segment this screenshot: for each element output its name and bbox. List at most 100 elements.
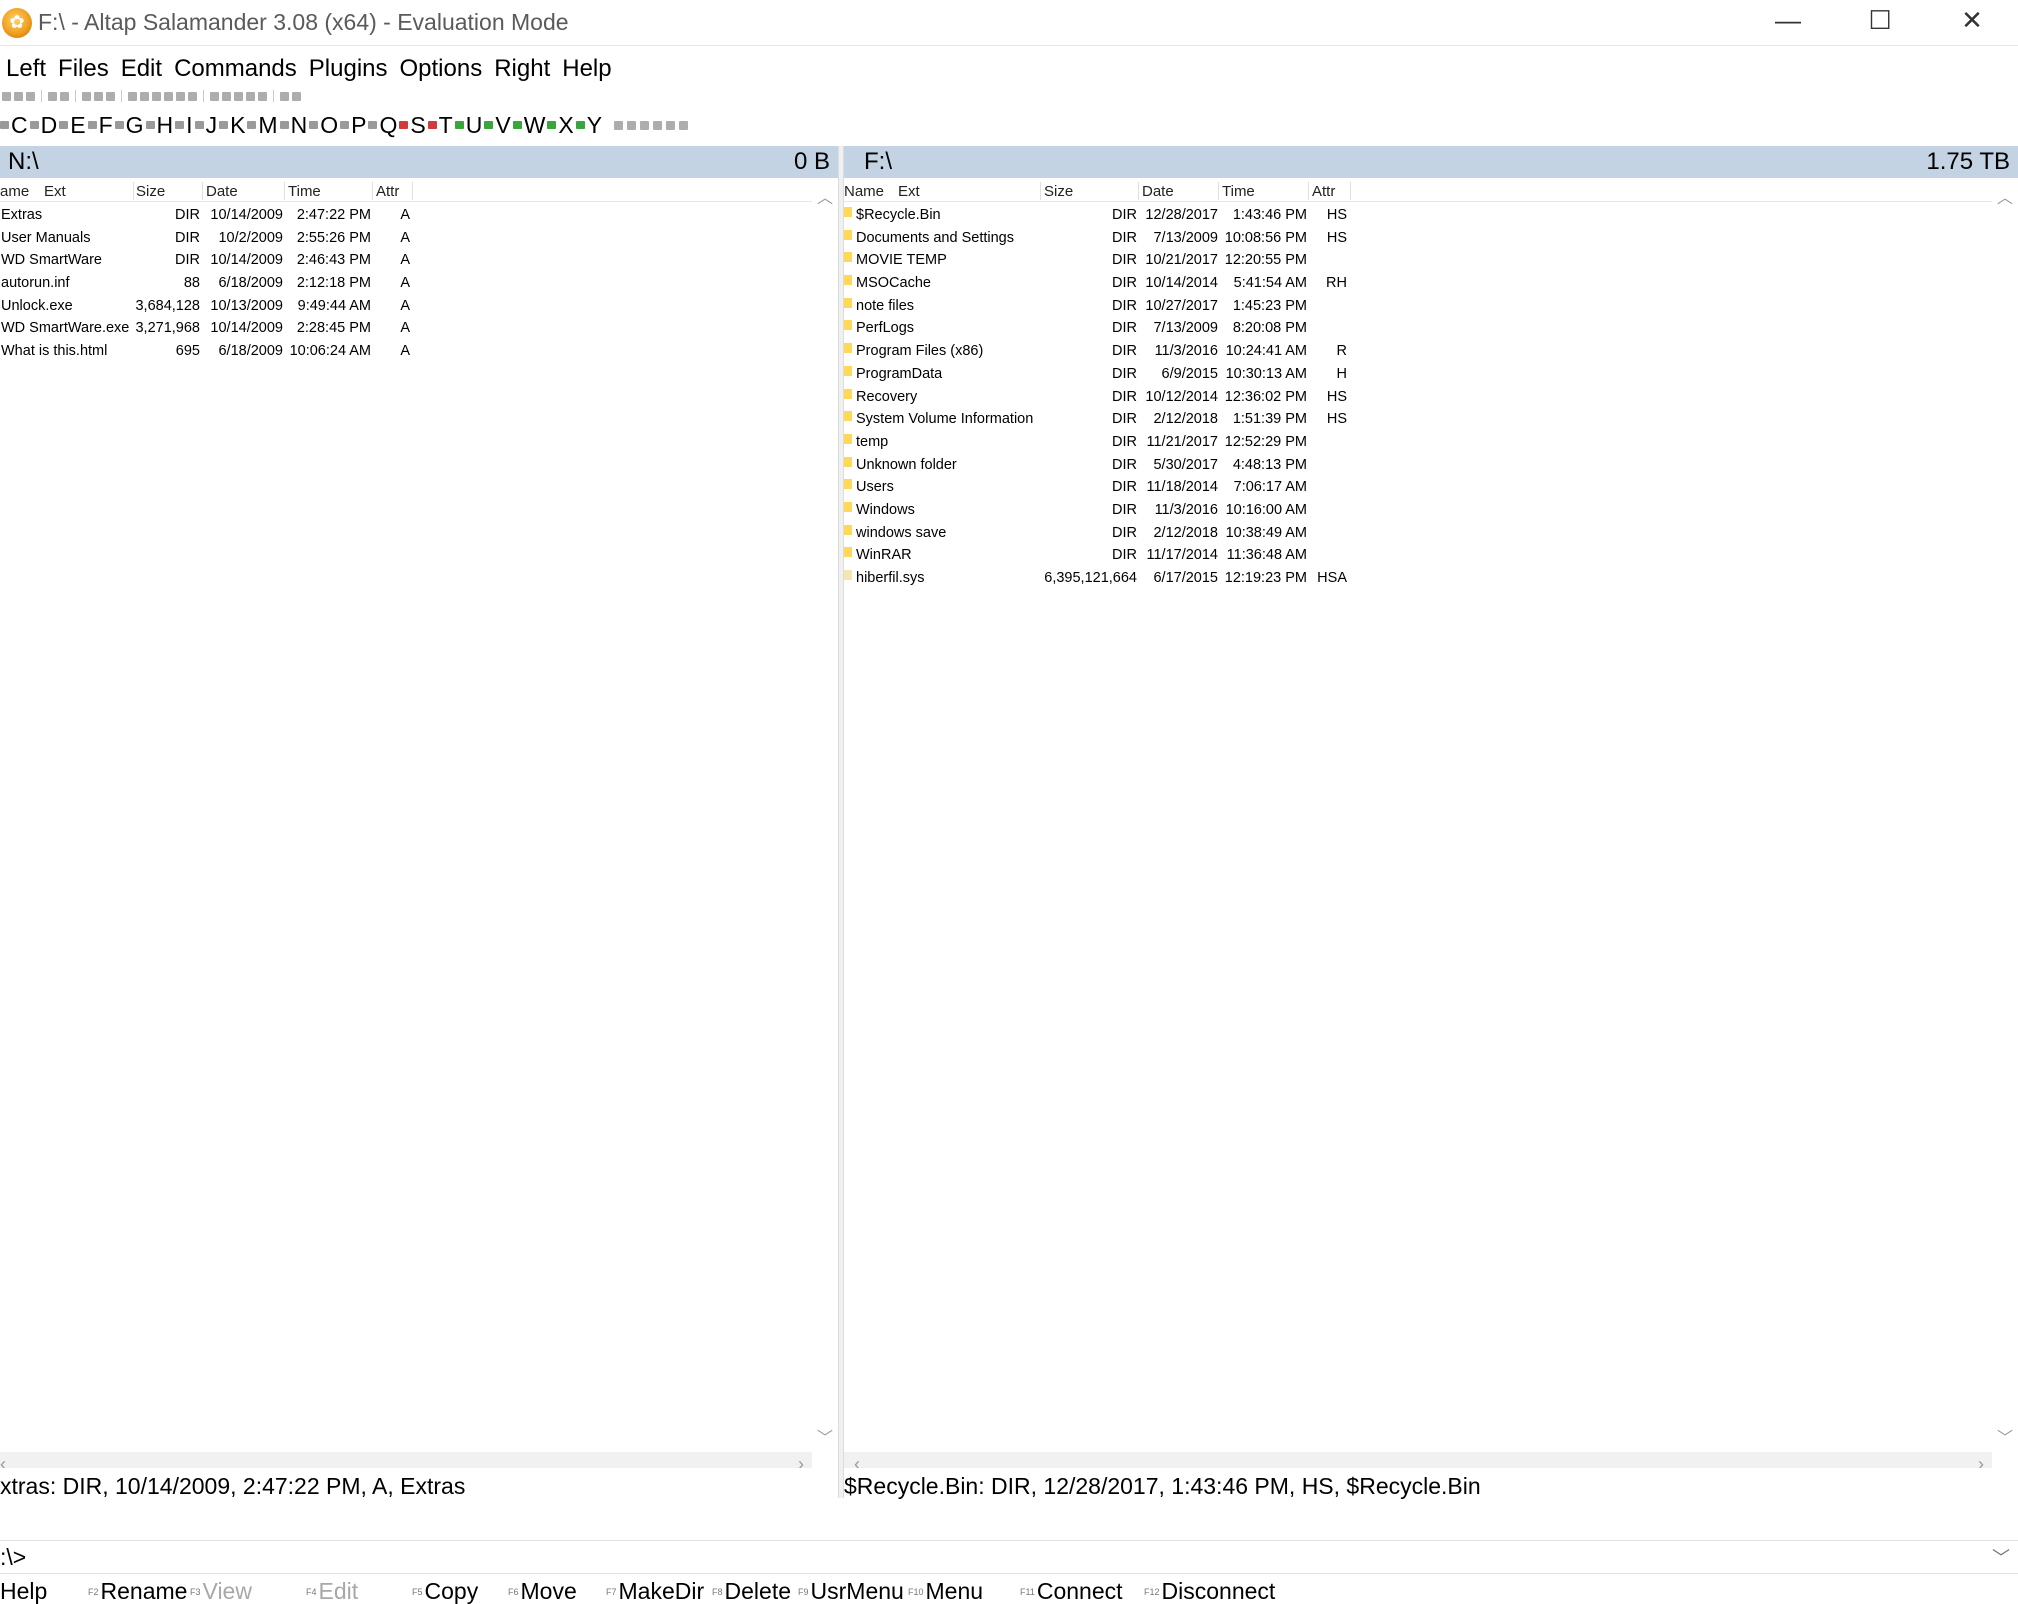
document-icon[interactable] — [614, 120, 624, 130]
f1-help-button[interactable]: Help — [0, 1578, 47, 1604]
column-divider[interactable] — [1308, 182, 1309, 200]
view-mode-icon[interactable] — [258, 91, 267, 101]
column-divider[interactable] — [202, 182, 203, 200]
recycle-icon[interactable] — [666, 120, 676, 130]
delete-icon[interactable] — [152, 91, 161, 101]
table-row[interactable]: WD SmartWare DIR 10/14/2009 2:46:43 PM A — [0, 249, 812, 272]
f11-connect-button[interactable]: F11 Connect — [1020, 1578, 1123, 1604]
column-divider[interactable] — [1218, 182, 1219, 200]
minimize-button[interactable]: — — [1742, 0, 1834, 40]
table-row[interactable]: $Recycle.Bin DIR 12/28/2017 1:43:46 PM HS — [844, 204, 1992, 227]
menu-options[interactable]: Options — [394, 55, 489, 83]
menu-left[interactable]: Left — [0, 55, 52, 83]
refresh-icon[interactable] — [234, 91, 243, 101]
right-vertical-scrollbar[interactable]: ︿ ﹀ — [1992, 184, 2018, 1447]
col-date[interactable]: Date — [206, 183, 238, 200]
drive-y-button[interactable]: Y — [575, 112, 602, 139]
col-time[interactable]: Time — [1222, 183, 1255, 200]
table-row[interactable]: Windows DIR 11/3/2016 10:16:00 AM — [844, 499, 1992, 522]
table-row[interactable]: System Volume Information DIR 2/12/2018 1:5… — [844, 408, 1992, 431]
change-drive-icon[interactable] — [2, 91, 11, 101]
f10-menu-button[interactable]: F10 Menu — [908, 1578, 983, 1604]
col-time[interactable]: Time — [288, 183, 321, 200]
copy-icon[interactable] — [94, 91, 103, 101]
title-bar[interactable]: ✿ F:\ - Altap Salamander 3.08 (x64) - Ev… — [0, 0, 2018, 46]
table-row[interactable]: Extras DIR 10/14/2009 2:47:22 PM A — [0, 204, 812, 227]
col-attr[interactable]: Attr — [1312, 183, 1335, 200]
f7-makedir-button[interactable]: F7 MakeDir — [606, 1578, 704, 1604]
col-size[interactable]: Size — [136, 183, 165, 200]
column-divider[interactable] — [1040, 182, 1041, 200]
back-icon[interactable] — [14, 91, 23, 101]
menu-files[interactable]: Files — [52, 55, 115, 83]
column-divider[interactable] — [1350, 182, 1351, 200]
table-row[interactable]: WinRAR DIR 11/17/2014 11:36:48 AM — [844, 544, 1992, 567]
column-divider[interactable] — [284, 182, 285, 200]
cut-icon[interactable] — [82, 91, 91, 101]
menu-right[interactable]: Right — [488, 55, 556, 83]
drive-c-button[interactable]: C — [0, 112, 28, 139]
hotpaths-icon[interactable] — [48, 91, 57, 101]
drive-o-button[interactable]: O — [309, 112, 338, 139]
col-ext[interactable]: Ext — [898, 183, 920, 200]
unpack-icon[interactable] — [188, 91, 197, 101]
table-row[interactable]: Unknown folder DIR 5/30/2017 4:48:13 PM — [844, 454, 1992, 477]
drive-e-button[interactable]: E — [59, 112, 86, 139]
table-row[interactable]: hiberfil.sys 6,395,121,664 6/17/2015 12:19:… — [844, 567, 1992, 590]
menu-plugins[interactable]: Plugins — [303, 55, 394, 83]
table-row[interactable]: temp DIR 11/21/2017 12:52:29 PM — [844, 431, 1992, 454]
table-row[interactable]: Users DIR 11/18/2014 7:06:17 AM — [844, 476, 1992, 499]
drive-g-button[interactable]: G — [114, 112, 144, 139]
compare-icon[interactable] — [222, 91, 231, 101]
scroll-down-icon[interactable]: ﹀ — [816, 1424, 834, 1447]
right-panel[interactable]: F:\ 1.75 TB Name Ext Size Date Time Attr… — [844, 146, 2018, 1504]
drive-w-button[interactable]: W — [512, 112, 545, 139]
f3-view-button[interactable]: F3 View — [190, 1578, 252, 1604]
table-row[interactable]: Documents and Settings DIR 7/13/2009 10:08:… — [844, 227, 1992, 250]
scroll-up-icon[interactable]: ︿ — [816, 184, 834, 207]
ftp-icon[interactable] — [640, 120, 650, 130]
menu-commands[interactable]: Commands — [168, 55, 303, 83]
drive-x-button[interactable]: X — [547, 112, 574, 139]
table-row[interactable]: Recovery DIR 10/12/2014 12:36:02 PM HS — [844, 386, 1992, 409]
col-attr[interactable]: Attr — [376, 183, 399, 200]
left-file-list[interactable]: Extras DIR 10/14/2009 2:47:22 PM A User Manua… — [0, 204, 812, 363]
col-size[interactable]: Size — [1044, 183, 1073, 200]
drive-h-button[interactable]: H — [145, 112, 173, 139]
table-row[interactable]: What is this.html 695 6/18/2009 10:06:24 AM… — [0, 340, 812, 363]
left-vertical-scrollbar[interactable]: ︿ ﹀ — [812, 184, 838, 1447]
right-path-bar[interactable]: F:\ 1.75 TB — [844, 146, 2018, 178]
table-row[interactable]: PerfLogs DIR 7/13/2009 8:20:08 PM — [844, 317, 1992, 340]
about-icon[interactable] — [292, 91, 301, 101]
f6-move-button[interactable]: F6 Move — [508, 1578, 577, 1604]
network-icon[interactable] — [627, 120, 637, 130]
column-divider[interactable] — [133, 182, 134, 200]
drive-t-button[interactable]: T — [427, 112, 453, 139]
column-divider[interactable] — [372, 182, 373, 200]
table-row[interactable]: MSOCache DIR 10/14/2014 5:41:54 AM RH — [844, 272, 1992, 295]
properties-icon[interactable] — [164, 91, 173, 101]
table-row[interactable]: ProgramData DIR 6/9/2015 10:30:13 AM H — [844, 363, 1992, 386]
drive-n-button[interactable]: N — [279, 112, 307, 139]
drive-k-button[interactable]: K — [219, 112, 245, 139]
f12-disconnect-button[interactable]: F12 Disconnect — [1144, 1578, 1275, 1604]
drive-s-button[interactable]: S — [399, 112, 426, 139]
f8-delete-button[interactable]: F8 Delete — [712, 1578, 791, 1604]
drive-j-button[interactable]: J — [194, 112, 217, 139]
salamander-app-icon[interactable]: ✿ — [2, 7, 32, 38]
plugin-icon[interactable] — [653, 120, 663, 130]
column-divider[interactable] — [1138, 182, 1139, 200]
chevron-down-icon[interactable]: ﹀ — [1992, 1544, 2010, 1570]
col-date[interactable]: Date — [1142, 183, 1174, 200]
drive-i-button[interactable]: I — [175, 112, 193, 139]
f2-rename-button[interactable]: F2 Rename — [88, 1578, 187, 1604]
pack-icon[interactable] — [176, 91, 185, 101]
forward-icon[interactable] — [26, 91, 35, 101]
table-row[interactable]: windows save DIR 2/12/2018 10:38:49 AM — [844, 522, 1992, 545]
move-files-icon[interactable] — [140, 91, 149, 101]
table-row[interactable]: Unlock.exe 3,684,128 10/13/2009 9:49:44 AM A — [0, 295, 812, 318]
scroll-down-icon[interactable]: ﹀ — [1996, 1424, 2014, 1447]
table-row[interactable]: autorun.inf 88 6/18/2009 2:12:18 PM A — [0, 272, 812, 295]
column-divider[interactable] — [412, 182, 413, 200]
menu-help[interactable]: Help — [556, 55, 617, 83]
